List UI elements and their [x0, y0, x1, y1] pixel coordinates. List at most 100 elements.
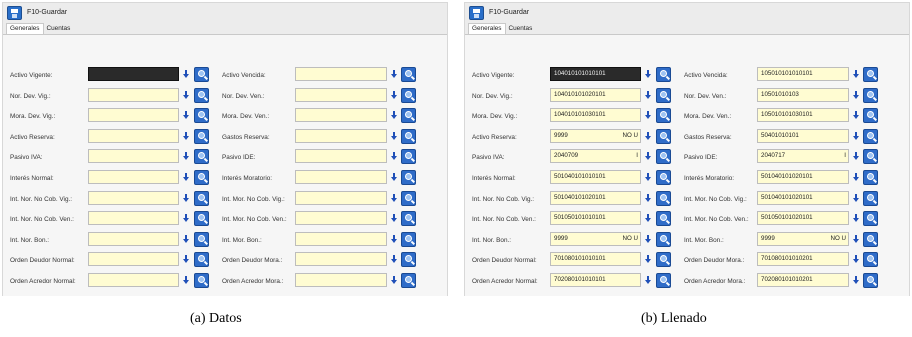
account-input[interactable]: 501050101020101 [757, 211, 849, 226]
arrow-down-icon[interactable] [390, 171, 398, 183]
search-icon[interactable] [656, 108, 671, 124]
search-icon[interactable] [656, 231, 671, 247]
arrow-down-icon[interactable] [644, 150, 652, 162]
arrow-down-icon[interactable] [852, 68, 860, 80]
account-input[interactable] [88, 231, 179, 246]
search-icon[interactable] [401, 108, 416, 124]
account-input[interactable] [295, 272, 387, 287]
arrow-down-icon[interactable] [182, 171, 190, 183]
search-icon[interactable] [863, 252, 878, 268]
search-icon[interactable] [656, 149, 671, 165]
search-icon[interactable] [656, 128, 671, 144]
arrow-down-icon[interactable] [390, 274, 398, 286]
search-icon[interactable] [401, 211, 416, 227]
arrow-down-icon[interactable] [644, 192, 652, 204]
arrow-down-icon[interactable] [644, 109, 652, 121]
search-icon[interactable] [863, 128, 878, 144]
search-icon[interactable] [656, 272, 671, 288]
arrow-down-icon[interactable] [852, 253, 860, 265]
search-icon[interactable] [194, 149, 209, 165]
account-input[interactable] [88, 252, 179, 267]
account-input[interactable] [88, 149, 179, 164]
arrow-down-icon[interactable] [390, 150, 398, 162]
arrow-down-icon[interactable] [852, 192, 860, 204]
account-input[interactable] [88, 87, 179, 102]
search-icon[interactable] [194, 169, 209, 185]
account-input[interactable]: 105010101030101 [757, 108, 849, 123]
account-input[interactable] [295, 67, 387, 81]
account-input[interactable] [295, 252, 387, 267]
account-input[interactable]: 9999 NO U [550, 128, 641, 143]
account-input[interactable] [295, 108, 387, 123]
arrow-down-icon[interactable] [182, 130, 190, 142]
search-icon[interactable] [863, 149, 878, 165]
search-icon[interactable] [194, 272, 209, 288]
search-icon[interactable] [863, 211, 878, 227]
arrow-down-icon[interactable] [182, 68, 190, 80]
search-icon[interactable] [656, 252, 671, 268]
search-icon[interactable] [194, 67, 209, 82]
arrow-down-icon[interactable] [390, 192, 398, 204]
search-icon[interactable] [401, 87, 416, 103]
search-icon[interactable] [863, 190, 878, 206]
search-icon[interactable] [194, 211, 209, 227]
search-icon[interactable] [656, 211, 671, 227]
arrow-down-icon[interactable] [390, 130, 398, 142]
arrow-down-icon[interactable] [644, 68, 652, 80]
arrow-down-icon[interactable] [852, 130, 860, 142]
tab-generales[interactable]: Generales [468, 23, 506, 34]
search-icon[interactable] [194, 108, 209, 124]
arrow-down-icon[interactable] [182, 109, 190, 121]
search-icon[interactable] [656, 169, 671, 185]
search-icon[interactable] [863, 272, 878, 288]
tab-cuentas[interactable]: Cuentas [506, 24, 536, 34]
account-input[interactable]: 2040717 I [757, 149, 849, 164]
arrow-down-icon[interactable] [644, 274, 652, 286]
account-input[interactable] [295, 149, 387, 164]
account-input[interactable] [88, 190, 179, 205]
search-icon[interactable] [194, 231, 209, 247]
arrow-down-icon[interactable] [390, 253, 398, 265]
arrow-down-icon[interactable] [390, 89, 398, 101]
account-input[interactable] [295, 128, 387, 143]
arrow-down-icon[interactable] [852, 274, 860, 286]
search-icon[interactable] [656, 87, 671, 103]
arrow-down-icon[interactable] [390, 109, 398, 121]
account-input[interactable]: 104010101020101 [550, 87, 641, 102]
search-icon[interactable] [401, 190, 416, 206]
tab-generales[interactable]: Generales [6, 23, 44, 34]
arrow-down-icon[interactable] [182, 274, 190, 286]
account-input[interactable] [88, 211, 179, 226]
arrow-down-icon[interactable] [182, 150, 190, 162]
account-input[interactable]: 501040101010101 [550, 169, 641, 184]
arrow-down-icon[interactable] [390, 68, 398, 80]
search-icon[interactable] [863, 108, 878, 124]
account-input[interactable] [295, 169, 387, 184]
search-icon[interactable] [401, 272, 416, 288]
account-input[interactable] [295, 190, 387, 205]
search-icon[interactable] [656, 67, 671, 82]
search-icon[interactable] [194, 87, 209, 103]
search-icon[interactable] [194, 252, 209, 268]
account-input[interactable]: 9999 NO U [757, 231, 849, 246]
arrow-down-icon[interactable] [182, 212, 190, 224]
account-input[interactable]: 501040101020101 [550, 190, 641, 205]
arrow-down-icon[interactable] [644, 171, 652, 183]
arrow-down-icon[interactable] [390, 233, 398, 245]
search-icon[interactable] [401, 169, 416, 185]
account-input[interactable] [88, 67, 179, 81]
account-input[interactable]: 104010101010101 [550, 67, 641, 81]
arrow-down-icon[interactable] [852, 89, 860, 101]
account-input[interactable]: 501050101010101 [550, 211, 641, 226]
search-icon[interactable] [401, 128, 416, 144]
account-input[interactable]: 702080101010201 [757, 272, 849, 287]
search-icon[interactable] [863, 87, 878, 103]
search-icon[interactable] [863, 67, 878, 82]
account-input[interactable] [88, 272, 179, 287]
account-input[interactable]: 501040101020101 [757, 190, 849, 205]
account-input[interactable]: 701080101010101 [550, 252, 641, 267]
save-icon[interactable] [7, 5, 22, 20]
arrow-down-icon[interactable] [644, 130, 652, 142]
account-input[interactable]: 2040709 I [550, 149, 641, 164]
account-input[interactable] [88, 128, 179, 143]
